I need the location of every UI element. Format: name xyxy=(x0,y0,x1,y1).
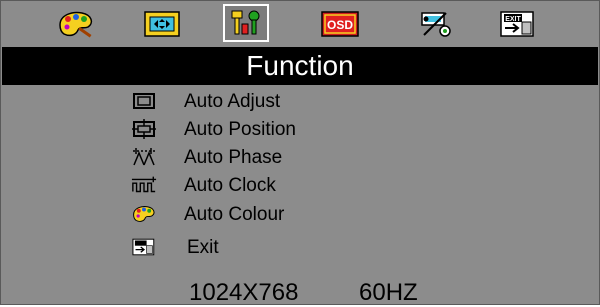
tab-misc[interactable] xyxy=(413,5,459,43)
clock-wave-icon xyxy=(131,174,157,196)
tab-function[interactable] xyxy=(223,4,269,42)
menu-item-auto-phase[interactable]: Auto Phase xyxy=(131,145,431,171)
tab-osd[interactable]: OSD xyxy=(317,5,363,43)
menu-item-auto-colour[interactable]: Auto Colour xyxy=(131,202,431,228)
menu-item-label: Auto Phase xyxy=(184,147,283,168)
menu-item-exit[interactable]: Exit xyxy=(131,235,431,261)
palette-icon xyxy=(59,11,93,38)
image-position-icon xyxy=(144,11,180,37)
menu-item-label: Auto Clock xyxy=(184,175,276,196)
resolution-readout: 1024X768 60HZ xyxy=(189,279,418,307)
osd-icon: OSD xyxy=(321,11,359,37)
exit-icon-label: EXIT xyxy=(505,16,521,23)
osd-menu: OSD EXIT Function Auto Adjust Auto Posit… xyxy=(0,0,600,307)
menu-item-auto-clock[interactable]: Auto Clock xyxy=(131,173,431,199)
menu-item-label: Auto Colour xyxy=(184,204,285,225)
exit-icon: EXIT xyxy=(500,11,534,37)
tab-exit[interactable]: EXIT xyxy=(495,5,541,43)
resolution-value: 1024X768 xyxy=(189,279,299,306)
menu-item-auto-position[interactable]: Auto Position xyxy=(131,117,431,143)
osd-icon-label: OSD xyxy=(327,18,353,32)
refresh-rate-value: 60HZ xyxy=(359,279,418,306)
tab-bar: OSD EXIT xyxy=(1,1,600,47)
tab-image[interactable] xyxy=(139,5,185,43)
exit-icon xyxy=(131,236,157,258)
menu-item-label: Auto Adjust xyxy=(184,91,281,112)
tools-icon xyxy=(231,10,260,35)
position-icon xyxy=(131,118,157,140)
page-title: Function xyxy=(2,47,598,85)
menu-item-auto-adjust[interactable]: Auto Adjust xyxy=(131,89,431,115)
menu-item-label: Auto Position xyxy=(184,119,296,140)
monitor-icon xyxy=(131,90,157,112)
tab-colour[interactable] xyxy=(53,5,99,43)
input-percent-icon xyxy=(421,12,451,37)
menu-item-label: Exit xyxy=(187,237,219,258)
palette-icon xyxy=(131,203,157,225)
phase-icon xyxy=(131,146,157,168)
